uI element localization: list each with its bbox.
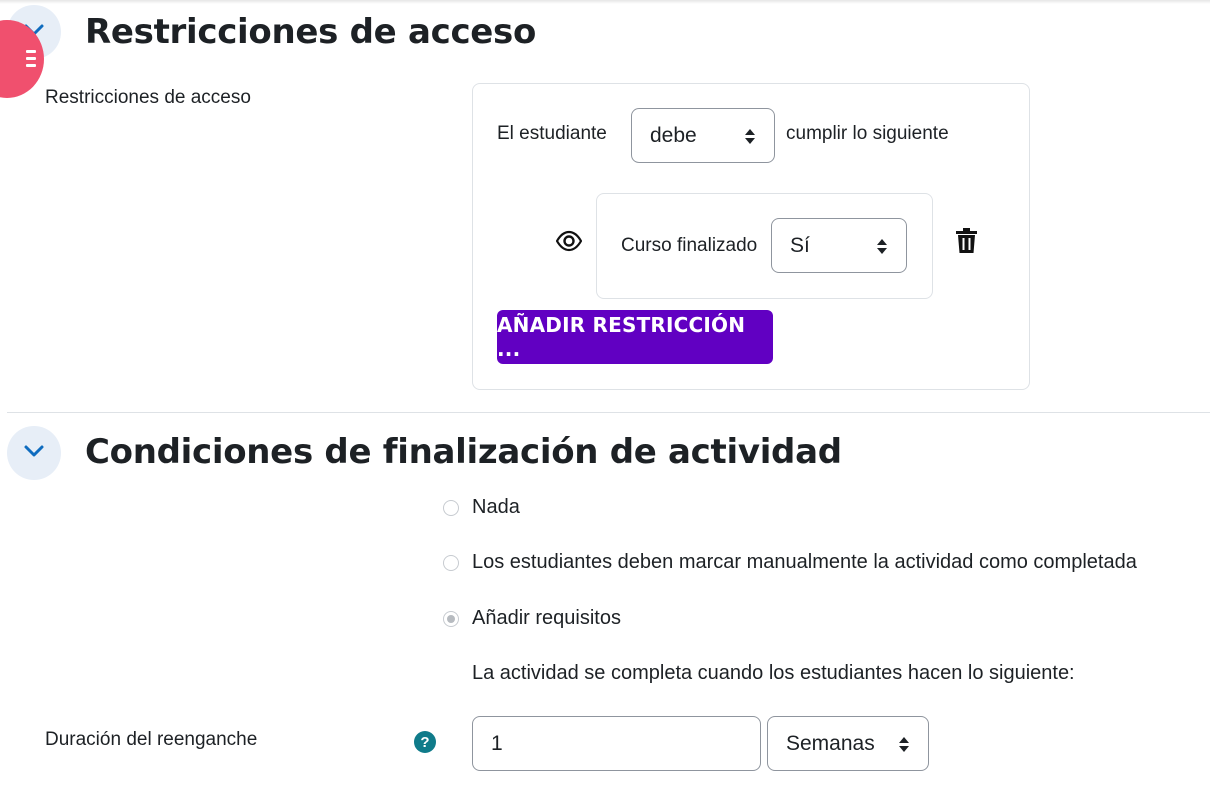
radio-none[interactable] xyxy=(443,500,459,516)
trash-icon[interactable] xyxy=(956,228,977,259)
condition-label: Curso finalizado xyxy=(621,235,758,256)
unit-value: Semanas xyxy=(786,731,875,755)
duration-value: 1 xyxy=(491,731,503,755)
top-shadow xyxy=(0,0,1210,4)
student-suffix-text: cumplir lo siguiente xyxy=(786,123,949,144)
access-section-title: Restricciones de acceso xyxy=(85,12,537,52)
section-divider xyxy=(7,412,1210,413)
must-select-value: debe xyxy=(650,123,697,147)
condition-value-select[interactable]: Sí xyxy=(771,218,907,273)
radio-add-requirements-label: Añadir requisitos xyxy=(472,607,621,629)
radio-add-requirements[interactable] xyxy=(443,611,459,627)
requirements-description: La actividad se completa cuando los estu… xyxy=(472,662,1075,684)
reengagement-label: Duración del reenganche xyxy=(45,729,258,750)
select-arrows-icon xyxy=(745,128,755,144)
select-arrows-icon xyxy=(899,736,909,752)
condition-value: Sí xyxy=(790,233,810,257)
completion-section-title: Condiciones de finalización de actividad xyxy=(85,432,842,472)
add-restriction-button[interactable]: AÑADIR RESTRICCIÓN ... xyxy=(497,310,773,364)
access-field-label: Restricciones de acceso xyxy=(45,87,251,108)
chevron-down-icon xyxy=(23,444,45,463)
menu-icon xyxy=(26,50,36,71)
reengagement-unit-select[interactable]: Semanas xyxy=(767,716,929,771)
radio-manual-label: Los estudiantes deben marcar manualmente… xyxy=(472,551,1137,573)
radio-none-label: Nada xyxy=(472,496,520,518)
radio-manual[interactable] xyxy=(443,555,459,571)
question-circle-icon[interactable]: ? xyxy=(414,731,436,753)
select-arrows-icon xyxy=(877,238,887,254)
reengagement-duration-input[interactable]: 1 xyxy=(472,716,761,771)
eye-icon[interactable] xyxy=(555,230,583,257)
must-select[interactable]: debe xyxy=(631,108,775,163)
student-prefix-text: El estudiante xyxy=(497,123,607,144)
collapse-completion-button[interactable] xyxy=(7,426,61,480)
